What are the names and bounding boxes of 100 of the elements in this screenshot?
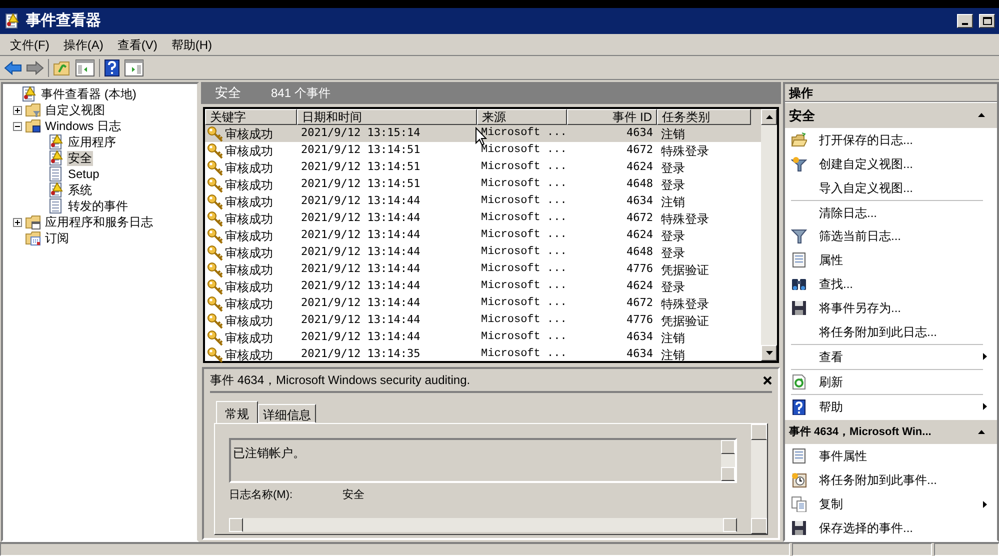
menu-item[interactable]: 文件(F) [4, 36, 56, 54]
table-row[interactable]: 审核成功 2021/9/12 13:14:44 Microsoft ... 4776 凭据验证 [205, 312, 761, 329]
expand-icon[interactable] [13, 218, 22, 226]
table-row[interactable]: 审核成功 2021/9/12 13:15:14 Microsoft ... 4634 注销 [205, 125, 761, 142]
table-row[interactable]: 审核成功 2021/9/12 13:14:44 Microsoft ... 4672 特殊登录 [205, 295, 761, 312]
expand-icon[interactable] [13, 106, 22, 114]
table-row[interactable]: 审核成功 2021/9/12 13:14:44 Microsoft ... 4672 特殊登录 [205, 210, 761, 227]
table-cell-text: Microsoft ... [481, 296, 567, 312]
table-cell-text: 审核成功 [225, 176, 273, 194]
action-item[interactable]: 打开保存的日志... [819, 130, 987, 149]
menu-item[interactable]: 帮助(H) [165, 36, 218, 54]
action-item[interactable]: 查找... [819, 275, 987, 294]
action-item[interactable]: 将任务附加到此事件... [819, 471, 987, 490]
table-cell-text: 注销 [661, 330, 685, 346]
maximize-button[interactable] [979, 14, 995, 28]
key-icon [207, 278, 223, 294]
section-title: 事件 4634，Microsoft Win... [789, 424, 932, 440]
key-icon [207, 330, 223, 346]
horizontal-scrollbar[interactable] [229, 518, 737, 532]
action-item[interactable]: 属性 [819, 251, 987, 270]
tab[interactable]: 常规 [216, 401, 258, 423]
table-cell-text: 2021/9/12 13:14:44 [301, 329, 420, 346]
action-item[interactable]: 筛选当前日志... [819, 227, 987, 246]
tree-item[interactable]: 安全 [67, 150, 93, 166]
pane-toggle-icon[interactable] [124, 58, 144, 76]
forward-arrow-icon[interactable] [26, 60, 44, 76]
column-header[interactable]: 来源 [477, 109, 567, 125]
table-cell-text: 登录 [661, 228, 685, 244]
table-row[interactable]: 审核成功 2021/9/12 13:14:44 Microsoft ... 4624 登录 [205, 278, 761, 295]
menu-item[interactable]: 操作(A) [57, 36, 110, 54]
action-item[interactable]: 帮助 [819, 398, 971, 416]
action-item[interactable]: 导入自定义视图... [819, 178, 987, 197]
table-row[interactable]: 审核成功 2021/9/12 13:14:44 Microsoft ... 4776 凭据验证 [205, 261, 761, 278]
action-item[interactable]: 查看 [819, 348, 971, 366]
table-row[interactable]: 审核成功 2021/9/12 13:14:51 Microsoft ... 4672 特殊登录 [205, 142, 761, 159]
section-header[interactable]: 事件 4634，Microsoft Win... [785, 420, 997, 444]
collapse-icon[interactable] [13, 122, 22, 130]
table-row[interactable]: 审核成功 2021/9/12 13:14:51 Microsoft ... 4648 登录 [205, 176, 761, 193]
binoculars-icon [791, 276, 807, 292]
help-icon [791, 398, 807, 415]
tab[interactable]: 详细信息 [258, 404, 316, 423]
table-cell-text: 2021/9/12 13:14:44 [301, 227, 420, 244]
action-item[interactable]: 清除日志... [819, 204, 987, 222]
scroll-down-icon[interactable] [766, 351, 772, 355]
table-row[interactable]: 审核成功 2021/9/12 13:14:44 Microsoft ... 4634 注销 [205, 329, 761, 346]
minimize-button[interactable] [957, 14, 973, 28]
tree-item[interactable]: 应用程序 [67, 134, 117, 150]
table-cell-text: 特殊登录 [661, 210, 709, 228]
copy-icon [791, 496, 807, 512]
collapse-caret-icon[interactable] [978, 430, 985, 434]
table-row[interactable]: 审核成功 2021/9/12 13:14:51 Microsoft ... 4624 登录 [205, 159, 761, 176]
tree-item[interactable]: 自定义视图 [44, 102, 106, 118]
table-cell-text: 审核成功 [225, 244, 273, 262]
table-cell-text: 登录 [661, 176, 685, 194]
column-header[interactable]: 关键字 [205, 109, 297, 125]
table-row[interactable]: 审核成功 2021/9/12 13:14:44 Microsoft ... 4624 登录 [205, 227, 761, 244]
action-item[interactable]: 将任务附加到此日志... [819, 322, 987, 341]
action-item[interactable]: 事件属性 [819, 447, 987, 466]
key-icon [207, 312, 223, 328]
tree-item[interactable]: 转发的事件 [67, 198, 129, 214]
action-item[interactable]: 复制 [819, 495, 971, 514]
action-item[interactable]: 刷新 [819, 372, 987, 391]
section-header[interactable]: 安全 [785, 103, 997, 128]
table-cell-text: 审核成功 [225, 160, 273, 176]
action-item[interactable]: 创建自定义视图... [819, 154, 987, 173]
scrollbar[interactable] [751, 424, 767, 534]
pane-toggle-icon[interactable] [75, 58, 95, 76]
help-icon[interactable] [104, 58, 120, 76]
open-folder-icon [791, 132, 807, 148]
column-header[interactable]: 任务类别 [657, 109, 751, 125]
table-row[interactable]: 审核成功 2021/9/12 13:14:44 Microsoft ... 4648 登录 [205, 244, 761, 261]
column-header[interactable]: 事件 ID [567, 109, 657, 125]
scroll-up-icon[interactable] [766, 115, 772, 119]
tree-item[interactable]: 订阅 [44, 230, 70, 246]
menu-item[interactable]: 查看(V) [111, 36, 164, 54]
table-cell-text: 2021/9/12 13:14:44 [301, 244, 420, 260]
log-icon [48, 166, 64, 182]
action-item[interactable]: 将事件另存为... [819, 299, 987, 318]
folder-calendar-icon [25, 230, 41, 246]
collapse-caret-icon[interactable] [978, 113, 985, 118]
scrollbar[interactable] [721, 440, 735, 481]
back-arrow-icon[interactable] [4, 60, 22, 76]
table-cell-text: 4776 [626, 312, 653, 328]
column-header[interactable]: 日期和时间 [297, 109, 477, 125]
log-warning-icon [48, 134, 64, 150]
tree-item[interactable]: 事件查看器 (本地) [40, 86, 138, 102]
action-item[interactable]: 保存选择的事件... [819, 519, 987, 538]
tree-item[interactable]: 系统 [67, 182, 93, 198]
tree-item[interactable]: 应用程序和服务日志 [44, 214, 154, 230]
table-row[interactable]: 审核成功 2021/9/12 13:14:35 Microsoft ... 4634 注销 [205, 346, 761, 363]
table-cell-text: 审核成功 [225, 278, 273, 296]
tree-item[interactable]: Windows 日志 [44, 118, 122, 134]
table-cell-text: 审核成功 [225, 262, 273, 278]
scrollbar[interactable] [761, 109, 777, 361]
event-message: 已注销帐户。 [232, 445, 306, 462]
log-warning-icon [21, 86, 37, 102]
tree-item[interactable]: Setup [67, 166, 100, 182]
table-row[interactable]: 审核成功 2021/9/12 13:14:44 Microsoft ... 4634 注销 [205, 193, 761, 210]
close-icon[interactable] [763, 376, 772, 384]
table-cell-text: Microsoft ... [481, 143, 567, 158]
